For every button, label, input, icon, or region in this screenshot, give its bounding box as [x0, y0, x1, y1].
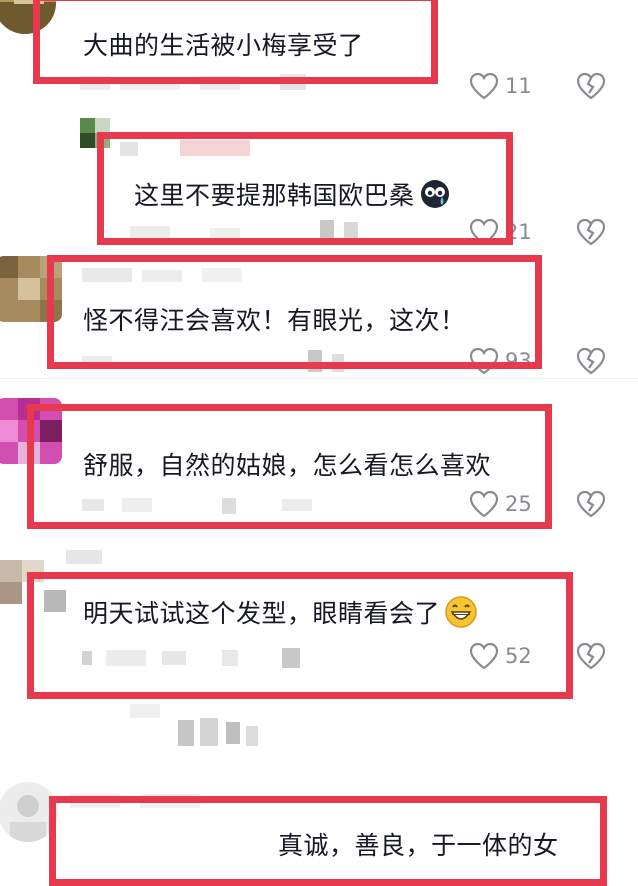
comment-text: 这里不要提那韩国欧巴桑 — [134, 176, 451, 216]
comment-text: 怪不得汪会喜欢！有眼光，这次！ — [83, 306, 466, 335]
blurred-username — [80, 72, 330, 98]
broken-heart-icon — [576, 218, 606, 246]
like-button[interactable]: 25 — [469, 490, 532, 518]
blurred-username — [120, 138, 260, 164]
avatar-image — [0, 398, 62, 464]
avatar-image — [0, 0, 56, 34]
blurred-meta — [82, 494, 332, 520]
dislike-button[interactable] — [576, 218, 606, 246]
blurred-meta — [82, 350, 372, 378]
like-count: 52 — [505, 644, 532, 668]
blurred-username — [70, 790, 270, 816]
comment-text-content: 明天试试这个发型，眼睛看会了 — [83, 599, 441, 628]
avatar[interactable] — [0, 782, 58, 842]
avatar[interactable] — [0, 398, 62, 464]
like-count: 21 — [505, 220, 532, 244]
reply-avatar — [80, 118, 110, 162]
comment-text: 真诚，善良，于一体的女 — [278, 831, 559, 860]
broken-heart-icon — [576, 490, 606, 518]
comment-text: 明天试试这个发型，眼睛看会了 — [83, 594, 478, 635]
comment-text: 舒服，自然的姑娘，怎么看怎么喜欢 — [83, 451, 492, 480]
comment-text: 大曲的生活被小梅享受了 — [83, 31, 364, 60]
blurred-meta — [82, 646, 312, 674]
blurred-meta — [130, 220, 370, 248]
like-count: 11 — [505, 74, 532, 98]
broken-heart-icon — [576, 642, 606, 670]
avatar-image — [0, 782, 58, 842]
heart-outline-icon — [469, 642, 499, 670]
separator — [0, 378, 638, 379]
dislike-button[interactable] — [576, 347, 606, 375]
grinning-face-emoji — [444, 595, 478, 635]
heart-outline-icon — [469, 218, 499, 246]
avatar-image — [0, 256, 62, 322]
crying-face-emoji — [419, 178, 451, 216]
dislike-button[interactable] — [576, 490, 606, 518]
like-count: 93 — [505, 349, 532, 373]
broken-heart-icon — [576, 347, 606, 375]
heart-outline-icon — [469, 347, 499, 375]
comment-text-content: 这里不要提那韩国欧巴桑 — [134, 181, 415, 210]
like-count: 25 — [505, 492, 532, 516]
like-button[interactable]: 21 — [469, 218, 532, 246]
blurred-username — [82, 264, 272, 290]
avatar[interactable] — [0, 0, 56, 34]
avatar[interactable] — [0, 256, 62, 322]
dislike-button[interactable] — [576, 72, 606, 100]
like-button[interactable]: 52 — [469, 642, 532, 670]
like-button[interactable]: 11 — [469, 72, 532, 100]
dislike-button[interactable] — [576, 642, 606, 670]
broken-heart-icon — [576, 72, 606, 100]
blurred-reply-row — [130, 700, 270, 754]
heart-outline-icon — [469, 490, 499, 518]
heart-outline-icon — [469, 72, 499, 100]
like-button[interactable]: 93 — [469, 347, 532, 375]
